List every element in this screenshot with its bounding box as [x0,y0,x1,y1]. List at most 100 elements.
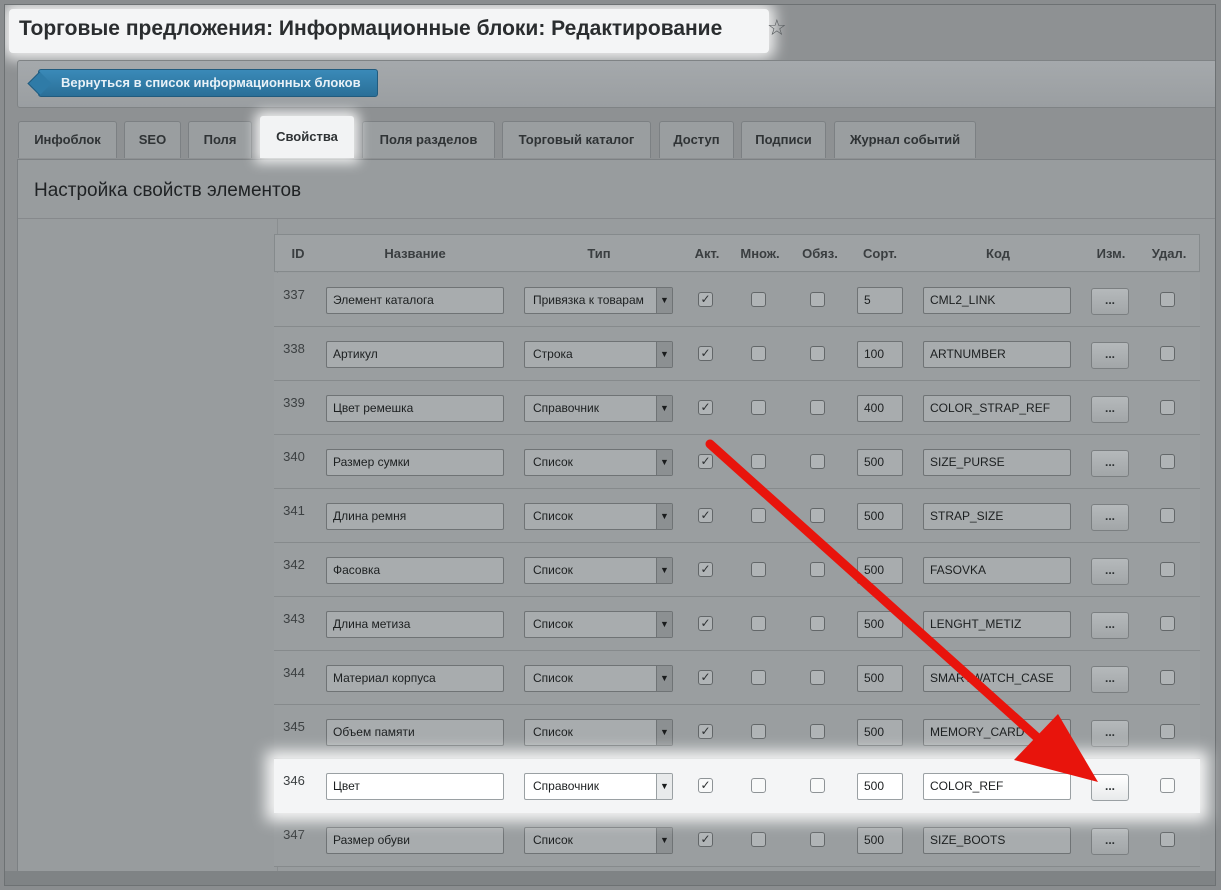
active-checkbox[interactable]: ✓ [698,454,713,469]
required-checkbox[interactable] [810,778,825,793]
required-checkbox[interactable] [810,400,825,415]
delete-checkbox[interactable] [1160,562,1175,577]
property-type-select[interactable]: Список ▼ [524,719,673,746]
sort-input[interactable]: 5 [857,287,903,314]
multiple-checkbox[interactable] [751,508,766,523]
tab-captions[interactable]: Подписи [741,121,826,158]
property-name-input[interactable]: Длина метиза [326,611,504,638]
tab-event-log[interactable]: Журнал событий [834,121,976,158]
active-checkbox[interactable]: ✓ [698,616,713,631]
code-input[interactable]: COLOR_STRAP_REF [923,395,1071,422]
code-input[interactable]: COLOR_REF [923,773,1071,800]
multiple-checkbox[interactable] [751,616,766,631]
edit-property-button[interactable]: ... [1091,396,1129,423]
sort-input[interactable]: 500 [857,503,903,530]
property-name-input[interactable]: Объем памяти [326,719,504,746]
edit-property-button[interactable]: ... [1091,504,1129,531]
delete-checkbox[interactable] [1160,832,1175,847]
tab-properties[interactable]: Свойства [260,116,354,158]
code-input[interactable]: SIZE_BOOTS [923,827,1071,854]
property-name-input[interactable]: Цвет [326,773,504,800]
required-checkbox[interactable] [810,454,825,469]
required-checkbox[interactable] [810,616,825,631]
property-name-input[interactable]: Материал корпуса [326,665,504,692]
delete-checkbox[interactable] [1160,616,1175,631]
property-name-input[interactable]: Фасовка [326,557,504,584]
delete-checkbox[interactable] [1160,778,1175,793]
delete-checkbox[interactable] [1160,400,1175,415]
property-type-select[interactable]: Привязка к товарам ▼ [524,287,673,314]
sort-input[interactable]: 500 [857,611,903,638]
multiple-checkbox[interactable] [751,400,766,415]
active-checkbox[interactable]: ✓ [698,508,713,523]
sort-input[interactable]: 500 [857,449,903,476]
active-checkbox[interactable]: ✓ [698,778,713,793]
code-input[interactable]: LENGHT_METIZ [923,611,1071,638]
required-checkbox[interactable] [810,292,825,307]
delete-checkbox[interactable] [1160,346,1175,361]
required-checkbox[interactable] [810,670,825,685]
property-type-select[interactable]: Список ▼ [524,503,673,530]
multiple-checkbox[interactable] [751,670,766,685]
multiple-checkbox[interactable] [751,724,766,739]
property-type-select[interactable]: Справочник ▼ [524,395,673,422]
back-to-list-button[interactable]: Вернуться в список информационных блоков [38,69,378,97]
active-checkbox[interactable]: ✓ [698,400,713,415]
property-type-select[interactable]: Список ▼ [524,827,673,854]
required-checkbox[interactable] [810,508,825,523]
tab-section-fields[interactable]: Поля разделов [362,121,495,158]
property-name-input[interactable]: Размер обуви [326,827,504,854]
active-checkbox[interactable]: ✓ [698,562,713,577]
delete-checkbox[interactable] [1160,724,1175,739]
edit-property-button[interactable]: ... [1091,288,1129,315]
active-checkbox[interactable]: ✓ [698,292,713,307]
edit-property-button[interactable]: ... [1091,558,1129,585]
required-checkbox[interactable] [810,724,825,739]
property-name-input[interactable]: Длина ремня [326,503,504,530]
edit-property-button[interactable]: ... [1091,342,1129,369]
code-input[interactable]: ARTNUMBER [923,341,1071,368]
required-checkbox[interactable] [810,346,825,361]
edit-property-button[interactable]: ... [1091,666,1129,693]
active-checkbox[interactable]: ✓ [698,724,713,739]
edit-property-button[interactable]: ... [1091,828,1129,855]
active-checkbox[interactable]: ✓ [698,832,713,847]
multiple-checkbox[interactable] [751,832,766,847]
edit-property-button[interactable]: ... [1091,774,1129,801]
code-input[interactable]: MEMORY_CARD [923,719,1071,746]
required-checkbox[interactable] [810,562,825,577]
tab-fields[interactable]: Поля [188,121,252,158]
multiple-checkbox[interactable] [751,454,766,469]
property-name-input[interactable]: Артикул [326,341,504,368]
property-name-input[interactable]: Элемент каталога [326,287,504,314]
delete-checkbox[interactable] [1160,508,1175,523]
property-type-select[interactable]: Список ▼ [524,557,673,584]
sort-input[interactable]: 100 [857,341,903,368]
multiple-checkbox[interactable] [751,346,766,361]
delete-checkbox[interactable] [1160,292,1175,307]
code-input[interactable]: SMARTWATCH_CASE [923,665,1071,692]
property-name-input[interactable]: Цвет ремешка [326,395,504,422]
property-type-select[interactable]: Справочник ▼ [524,773,673,800]
property-type-select[interactable]: Список ▼ [524,449,673,476]
multiple-checkbox[interactable] [751,778,766,793]
sort-input[interactable]: 400 [857,395,903,422]
sort-input[interactable]: 500 [857,827,903,854]
required-checkbox[interactable] [810,832,825,847]
sort-input[interactable]: 500 [857,719,903,746]
tab-trade-catalog[interactable]: Торговый каталог [502,121,651,158]
tab-infoblock[interactable]: Инфоблок [18,121,117,158]
property-type-select[interactable]: Строка ▼ [524,341,673,368]
delete-checkbox[interactable] [1160,670,1175,685]
edit-property-button[interactable]: ... [1091,612,1129,639]
multiple-checkbox[interactable] [751,562,766,577]
property-type-select[interactable]: Список ▼ [524,611,673,638]
code-input[interactable]: CML2_LINK [923,287,1071,314]
code-input[interactable]: SIZE_PURSE [923,449,1071,476]
active-checkbox[interactable]: ✓ [698,346,713,361]
star-icon[interactable]: ☆ [767,17,787,39]
active-checkbox[interactable]: ✓ [698,670,713,685]
property-type-select[interactable]: Список ▼ [524,665,673,692]
code-input[interactable]: FASOVKA [923,557,1071,584]
sort-input[interactable]: 500 [857,557,903,584]
